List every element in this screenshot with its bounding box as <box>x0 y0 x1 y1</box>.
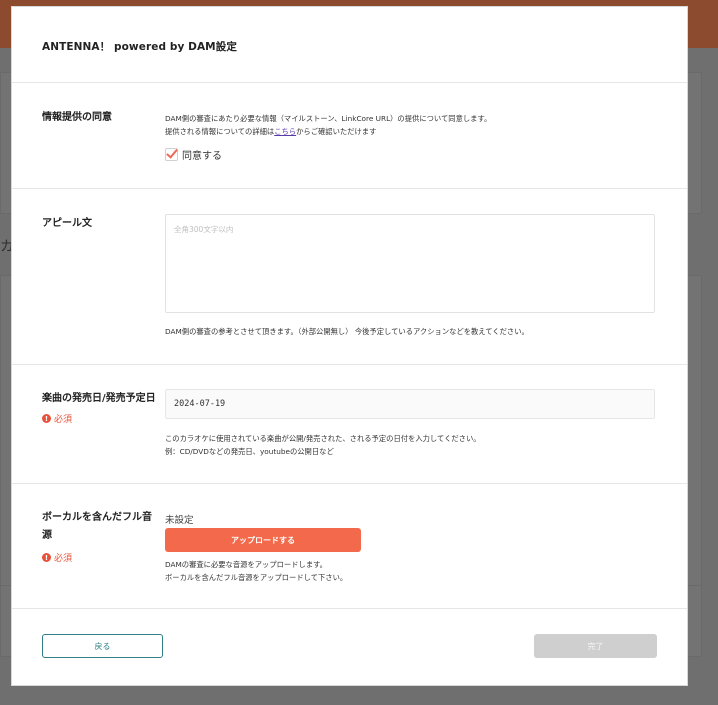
exclamation-icon: ! <box>42 414 51 423</box>
modal-title: ANTENNA！ powered by DAM設定 <box>42 41 237 53</box>
settings-modal: ANTENNA！ powered by DAM設定 情報提供の同意 DAM側の審… <box>12 7 687 685</box>
release-date-input[interactable]: 2024-07-19 <box>165 389 655 419</box>
consent-checkbox-label: 同意する <box>182 151 222 162</box>
consent-desc-suffix: からご確認いただけます <box>296 127 377 136</box>
consent-label: 情報提供の同意 <box>42 112 112 123</box>
consent-desc-prefix: 提供される情報についての詳細は <box>165 127 275 136</box>
vocal-audio-label: ボーカルを含んだフル音 源 <box>42 509 152 545</box>
required-badge: ! 必須 <box>42 412 72 425</box>
upload-status: 未設定 <box>165 515 194 526</box>
divider <box>12 188 687 189</box>
release-date-help-line1: このカラオケに使用されている楽曲が公開/発売された、される予定の日付を入力してく… <box>165 434 481 443</box>
vocal-audio-help-line2: ボーカルを含んだフル音源をアップロードして下さい。 <box>165 573 348 582</box>
release-date-label: 楽曲の発売日/発売予定日 <box>42 393 156 404</box>
release-date-help-line2: 例：CD/DVDなどの発売日、youtubeの公開日など <box>165 447 334 456</box>
vocal-audio-label-line1: ボーカルを含んだフル音 <box>42 512 152 523</box>
back-button[interactable]: 戻る <box>42 634 163 658</box>
consent-description: DAM側の審査にあたり必要な情報（マイルストーン、LinkCore URL）の提… <box>165 112 491 138</box>
required-text: 必須 <box>54 415 73 425</box>
upload-button[interactable]: アップロードする <box>165 528 361 552</box>
consent-checkbox[interactable]: 同意する <box>165 147 222 162</box>
appeal-help: DAM側の審査の参考とさせて頂きます。（外部公開無し） 今後予定しているアクショ… <box>165 327 529 336</box>
consent-desc-line1: DAM側の審査にあたり必要な情報（マイルストーン、LinkCore URL）の提… <box>165 114 492 123</box>
details-link[interactable]: こちら <box>274 127 296 136</box>
vocal-audio-help-line1: DAMの審査に必要な音源をアップロードします。 <box>165 560 327 569</box>
appeal-label: アピール文 <box>42 218 92 229</box>
divider <box>12 483 687 484</box>
appeal-textarea[interactable] <box>165 214 655 313</box>
done-button[interactable]: 完了 <box>534 634 657 658</box>
vocal-audio-help: DAMの審査に必要な音源をアップロードします。 ボーカルを含んだフル音源をアップ… <box>165 558 347 584</box>
release-date-value: 2024-07-19 <box>174 399 226 409</box>
required-badge: ! 必須 <box>42 551 72 564</box>
checkmark-icon[interactable] <box>165 148 178 161</box>
divider <box>12 608 687 609</box>
vocal-audio-label-line2: 源 <box>42 530 52 541</box>
divider <box>12 364 687 365</box>
exclamation-icon: ! <box>42 553 51 562</box>
required-text: 必須 <box>54 554 73 564</box>
release-date-help: このカラオケに使用されている楽曲が公開/発売された、される予定の日付を入力してく… <box>165 432 481 458</box>
divider <box>12 82 687 83</box>
